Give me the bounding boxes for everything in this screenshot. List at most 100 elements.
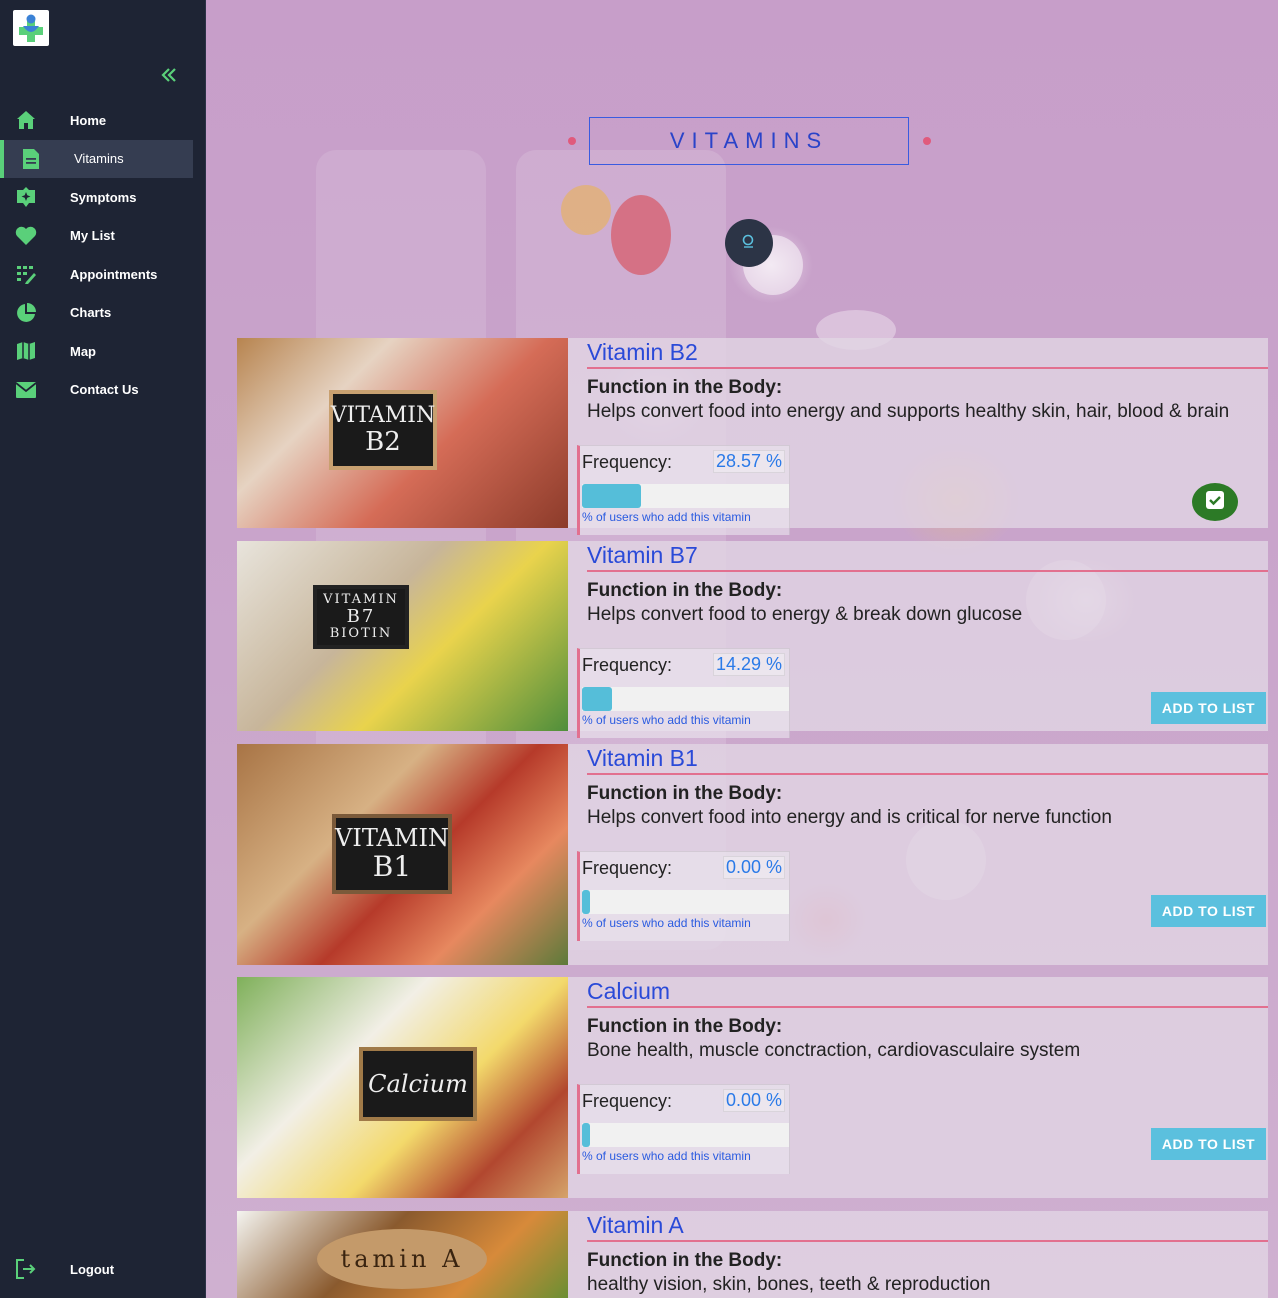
chalkboard-text: B2 (365, 426, 401, 457)
in-list-button[interactable] (1192, 483, 1238, 521)
logout-icon (14, 1257, 38, 1281)
calendar-grid-icon (14, 262, 38, 286)
frequency-bar-fill (582, 687, 612, 711)
app-logo[interactable] (13, 10, 49, 46)
frequency-bar-fill (582, 1123, 591, 1147)
frequency-bar (582, 687, 789, 711)
function-heading: Function in the Body: (587, 580, 783, 601)
vitamin-card: VITAMIN B2 Vitamin B2 Function in the Bo… (237, 338, 1268, 535)
heart-icon (14, 224, 38, 248)
vitamin-card: VITAMIN B1 Vitamin B1 Function in the Bo… (237, 744, 1268, 965)
function-description: Helps convert food into energy and suppo… (587, 401, 1230, 422)
add-to-list-button[interactable]: ADD TO LIST (1151, 1128, 1266, 1160)
chalkboard-text: BIOTIN (329, 625, 393, 641)
add-to-list-button[interactable]: ADD TO LIST (1151, 895, 1266, 927)
vitamin-name[interactable]: Calcium (587, 978, 670, 1005)
title-dot-left (568, 137, 576, 145)
sidebar-item-label: My List (70, 228, 115, 244)
vitamin-name[interactable]: Vitamin B7 (587, 542, 698, 569)
divider (587, 367, 1268, 369)
frequency-caption: % of users who add this vitamin (582, 1149, 751, 1163)
logout-button[interactable]: Logout (0, 1250, 206, 1288)
frequency-panel: Frequency: 0.00 % % of users who add thi… (577, 851, 790, 941)
collapse-sidebar-icon[interactable] (158, 64, 180, 86)
frequency-value: 0.00 % (722, 1089, 785, 1112)
frequency-value: 14.29 % (712, 653, 785, 676)
logout-label: Logout (70, 1261, 115, 1277)
sidebar-item-charts[interactable]: Charts (0, 294, 206, 333)
sidebar-item-label: Contact Us (70, 382, 139, 398)
sidebar: Home Vitamins Symptoms My List Appointme… (0, 0, 206, 1298)
sidebar-item-map[interactable]: Map (0, 332, 206, 371)
function-description: healthy vision, skin, bones, teeth & rep… (587, 1274, 991, 1295)
function-description: Helps convert food to energy & break dow… (587, 604, 1023, 625)
chalkboard-text: Calcium (368, 1069, 468, 1098)
vitamin-image: tamin A (237, 1211, 568, 1298)
sidebar-item-label: Appointments (70, 266, 158, 282)
chalkboard: VITAMIN B1 (332, 814, 452, 894)
frequency-bar (582, 1123, 789, 1147)
frequency-caption: % of users who add this vitamin (582, 916, 751, 930)
sidebar-item-label: Vitamins (74, 151, 124, 167)
vitamin-body: Calcium Function in the Body: Bone healt… (577, 977, 1268, 1198)
chalkboard-text: VITAMIN (323, 591, 399, 607)
function-description: Helps convert food into energy and is cr… (587, 807, 1112, 828)
map-icon (14, 339, 38, 363)
frequency-label: Frequency: (582, 1091, 673, 1111)
page-title-wrapper: VITAMINS (566, 117, 931, 165)
sidebar-item-my-list[interactable]: My List (0, 217, 206, 256)
sidebar-item-label: Symptoms (70, 189, 137, 205)
page-title-box: VITAMINS (589, 117, 909, 165)
frequency-bar-fill (582, 484, 642, 508)
vitamin-body: Vitamin B2 Function in the Body: Helps c… (577, 338, 1268, 535)
checkbox-checked-icon (1205, 490, 1225, 515)
function-heading: Function in the Body: (587, 377, 783, 398)
add-to-list-button[interactable]: ADD TO LIST (1151, 692, 1266, 724)
frequency-value: 0.00 % (722, 856, 785, 879)
frequency-caption: % of users who add this vitamin (582, 510, 751, 524)
sidebar-item-label: Charts (70, 305, 112, 321)
vitamin-body: Vitamin B1 Function in the Body: Helps c… (577, 744, 1268, 965)
frequency-bar (582, 484, 789, 508)
home-icon (14, 108, 38, 132)
divider (587, 570, 1268, 572)
chalkboard-text: VITAMIN (330, 402, 436, 428)
sidebar-item-appointments[interactable]: Appointments (0, 255, 206, 294)
frequency-caption: % of users who add this vitamin (582, 713, 751, 727)
frequency-panel: Frequency: 28.57 % % of users who add th… (577, 445, 790, 535)
vitamin-image: VITAMIN B2 (237, 338, 568, 528)
sidebar-item-contact-us[interactable]: Contact Us (0, 371, 206, 410)
main-content: VITAMINS VITAMIN B2 Vitamin B2 Function … (206, 0, 1278, 1298)
page-title: VITAMINS (669, 128, 829, 153)
function-description: Bone health, muscle conctraction, cardio… (587, 1040, 1081, 1061)
vitamin-image: VITAMIN B7 BIOTIN (237, 541, 568, 731)
sidebar-item-vitamins[interactable]: Vitamins (0, 139, 193, 178)
frequency-label: Frequency: (582, 858, 673, 878)
vitamin-image: Calcium (237, 977, 568, 1198)
function-heading: Function in the Body: (587, 783, 783, 804)
frequency-bar (582, 890, 789, 914)
title-dot-right (923, 137, 931, 145)
frequency-label: Frequency: (582, 452, 673, 472)
sidebar-nav: Home Vitamins Symptoms My List Appointme… (0, 101, 206, 409)
vitamin-name[interactable]: Vitamin B2 (587, 339, 698, 366)
function-heading: Function in the Body: (587, 1250, 783, 1271)
symptoms-icon (14, 185, 38, 209)
pie-chart-icon (14, 301, 38, 325)
chalkboard-text: VITAMIN (335, 824, 449, 853)
vitamin-card: tamin A Vitamin A Function in the Body: … (237, 1211, 1268, 1298)
sidebar-item-symptoms[interactable]: Symptoms (0, 178, 206, 217)
vitamin-name[interactable]: Vitamin A (587, 1212, 684, 1239)
vitamin-name[interactable]: Vitamin B1 (587, 745, 698, 772)
divider (587, 773, 1268, 775)
envelope-icon (14, 378, 38, 402)
vitamin-a-letter-tiles: tamin A (317, 1229, 487, 1289)
sidebar-item-home[interactable]: Home (0, 101, 206, 140)
chalkboard: VITAMIN B2 (329, 390, 437, 470)
document-icon (19, 147, 43, 171)
search-button[interactable] (725, 219, 773, 267)
frequency-panel: Frequency: 14.29 % % of users who add th… (577, 648, 790, 738)
frequency-value: 28.57 % (712, 450, 785, 473)
divider (587, 1006, 1268, 1008)
tiles-text: tamin A (340, 1245, 464, 1273)
